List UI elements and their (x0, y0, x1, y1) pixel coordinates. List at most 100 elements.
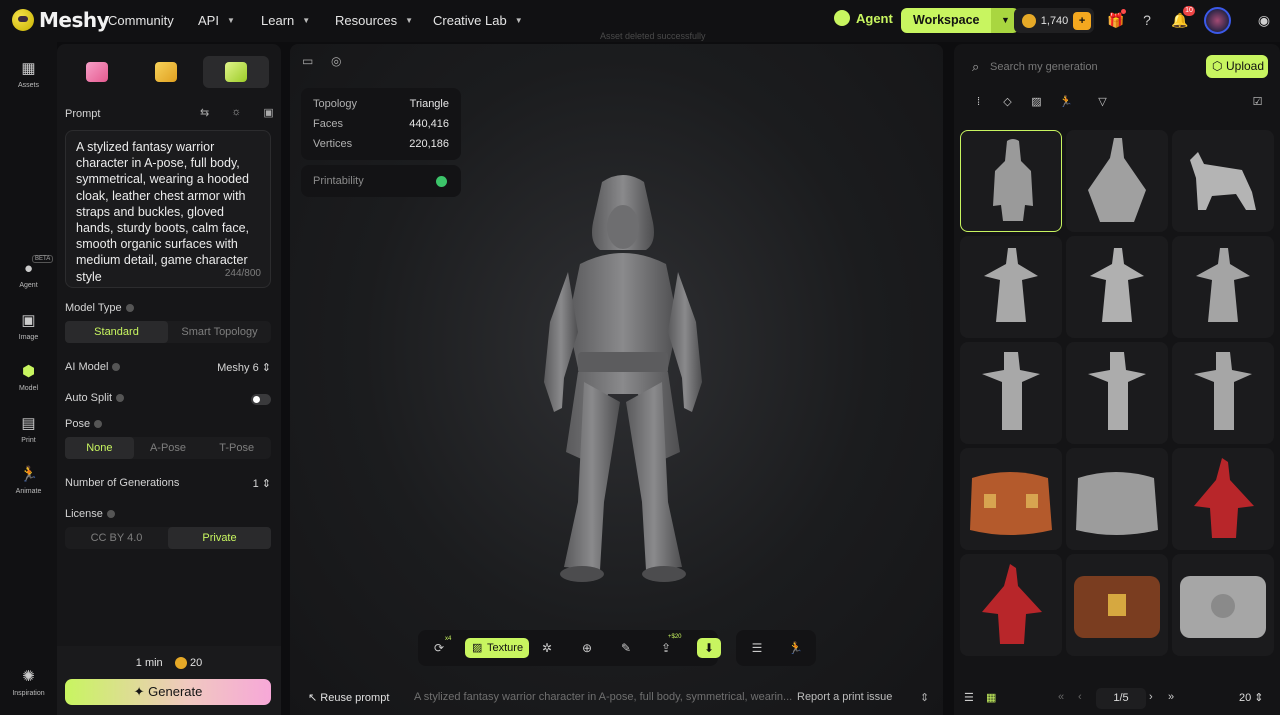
download-button[interactable]: ⬇ (697, 638, 721, 658)
mode-multi-view[interactable] (133, 56, 199, 88)
page-indicator[interactable]: 1/5 (1096, 688, 1146, 709)
rail-print[interactable]: ▤ Print (0, 415, 57, 444)
remesh-icon[interactable]: ⟳ (432, 641, 446, 655)
prompt-tools: ⇆ ☼ ▣ (200, 106, 274, 119)
generation-tile[interactable] (1066, 130, 1168, 232)
select-checkbox-icon[interactable]: ☑ (1251, 96, 1264, 109)
generation-tile[interactable] (1066, 342, 1168, 444)
animate-icon[interactable]: 🏃 (788, 641, 803, 655)
generate-button[interactable]: ✦ Generate (65, 679, 271, 705)
info-icon[interactable] (94, 420, 103, 429)
generation-tile[interactable] (1172, 342, 1274, 444)
nav-learn[interactable]: Learn ▼ (261, 13, 310, 28)
chevron-updown-icon[interactable]: ⇕ (920, 691, 929, 704)
printability-status[interactable]: Printability (301, 165, 461, 197)
mode-text-to-3d[interactable] (202, 56, 269, 88)
info-icon[interactable] (125, 304, 134, 313)
nav-community[interactable]: Community (108, 13, 174, 28)
monitor-icon[interactable]: ▭ (302, 54, 313, 68)
texture-filter-icon[interactable]: ▨ (1030, 96, 1043, 109)
filter-icon[interactable]: ▽ (1096, 96, 1109, 109)
model-type-standard[interactable]: Standard (65, 321, 168, 343)
texture-button[interactable]: ▨ Texture (465, 638, 529, 658)
generation-tile[interactable] (960, 448, 1062, 550)
nav-creative-lab[interactable]: Creative Lab ▼ (433, 13, 523, 28)
search-input[interactable]: Search my generation (964, 55, 1176, 79)
info-icon[interactable] (116, 394, 125, 403)
lightbulb-icon[interactable]: ☼ (231, 106, 241, 119)
rail-assets[interactable]: ▦ Assets (0, 60, 57, 89)
info-icon[interactable] (106, 510, 115, 519)
next-page-icon[interactable]: › (1149, 691, 1153, 703)
brand-logo[interactable]: Meshy (12, 8, 110, 32)
avatar[interactable] (1204, 7, 1231, 34)
pose-a-pose[interactable]: A-Pose (134, 437, 203, 459)
rail-model[interactable]: ⬢ Model (0, 363, 57, 392)
grid-view-icon[interactable]: ▦ (986, 691, 996, 704)
settings-sliders-icon[interactable]: ☰ (750, 641, 764, 655)
cube-outline-icon[interactable]: ◇ (1001, 96, 1014, 109)
upload-button[interactable]: ⬡ Upload (1206, 55, 1268, 78)
generation-tile[interactable] (1066, 236, 1168, 338)
generation-tile[interactable]: ⤓ (1172, 448, 1274, 550)
workspace-label[interactable]: Workspace (901, 8, 992, 33)
pose-none[interactable]: None (65, 437, 134, 459)
mode-text-to-image[interactable] (64, 56, 130, 88)
list-view-icon[interactable]: ☰ (964, 691, 974, 704)
credits-pill[interactable]: 1,740 + (1014, 8, 1094, 33)
bell-icon[interactable]: 🔔 10 (1171, 6, 1195, 28)
agent-button[interactable]: Agent (834, 10, 893, 26)
environment-icon[interactable]: ◎ (331, 54, 341, 68)
model-viewport[interactable]: ▭ ◎ Topology Triangle Faces 440,416 Vertic… (290, 44, 943, 715)
generation-tile[interactable] (1066, 554, 1168, 656)
generation-tile[interactable] (1172, 236, 1274, 338)
first-page-icon[interactable]: « (1058, 691, 1064, 703)
ai-model-label: AI Model (65, 361, 121, 373)
discord-icon[interactable]: ◉ (1256, 12, 1272, 28)
license-private[interactable]: Private (168, 527, 271, 549)
info-icon[interactable] (112, 363, 121, 372)
generation-tile[interactable] (960, 130, 1062, 232)
generation-tile[interactable] (1066, 448, 1168, 550)
add-credits-button[interactable]: + (1073, 11, 1091, 30)
prompt-input[interactable]: A stylized fantasy warrior character in … (65, 130, 271, 288)
pose-label: Pose (65, 418, 103, 430)
pose-t-pose[interactable]: T-Pose (202, 437, 271, 459)
grid-icon: ▦ (21, 60, 36, 77)
gift-icon[interactable]: 🎁 (1107, 9, 1126, 28)
translate-icon[interactable]: ⇆ (200, 106, 209, 119)
export-icon[interactable]: ⇪ (659, 641, 673, 655)
save-icon[interactable]: ▣ (263, 106, 273, 119)
grid-dots-icon[interactable]: ⁞ (972, 96, 985, 109)
generation-tile[interactable] (960, 554, 1062, 656)
auto-split-toggle[interactable] (251, 394, 271, 405)
nav-api[interactable]: API ▼ (198, 13, 235, 28)
license-cc-by[interactable]: CC BY 4.0 (65, 527, 168, 549)
transform-icon[interactable]: ⊕ (580, 641, 594, 655)
generation-tile[interactable]: 🏃 (960, 236, 1062, 338)
chevron-down-icon: ▼ (226, 16, 235, 25)
ai-model-select[interactable]: Meshy 6 ⇕ (217, 361, 271, 374)
model-type-smart-topology[interactable]: Smart Topology (168, 321, 271, 343)
rig-icon[interactable]: ✲ (540, 641, 554, 655)
generation-tile[interactable] (1172, 554, 1274, 656)
report-print-issue-link[interactable]: Report a print issue (797, 691, 892, 703)
rail-agent[interactable]: BETA ● Agent (0, 255, 57, 289)
generation-tile[interactable]: 🏃 (960, 342, 1062, 444)
prev-page-icon[interactable]: ‹ (1078, 691, 1082, 703)
per-page-select[interactable]: 20 ⇕ (1239, 691, 1264, 704)
reuse-prompt-button[interactable]: ↖ Reuse prompt (308, 691, 389, 704)
generation-grid: 🏃 🏃 ⤓ (960, 130, 1276, 675)
nav-resources[interactable]: Resources ▼ (335, 13, 413, 28)
generation-tile[interactable] (1172, 130, 1274, 232)
rail-image[interactable]: ▣ Image (0, 312, 57, 341)
animation-filter-icon[interactable]: 🏃 (1059, 96, 1073, 109)
rail-inspiration[interactable]: ✺ Inspiration (0, 668, 57, 697)
generations-select[interactable]: 1 ⇕ (253, 477, 271, 490)
rail-animate[interactable]: 🏃 Animate (0, 466, 57, 495)
last-page-icon[interactable]: » (1168, 691, 1174, 703)
help-icon[interactable]: ? (1139, 12, 1155, 28)
cost-info: 1 min 20 (57, 657, 281, 670)
paint-icon[interactable]: ✎ (619, 641, 633, 655)
workspace-button[interactable]: Workspace ▼ (901, 8, 1020, 33)
